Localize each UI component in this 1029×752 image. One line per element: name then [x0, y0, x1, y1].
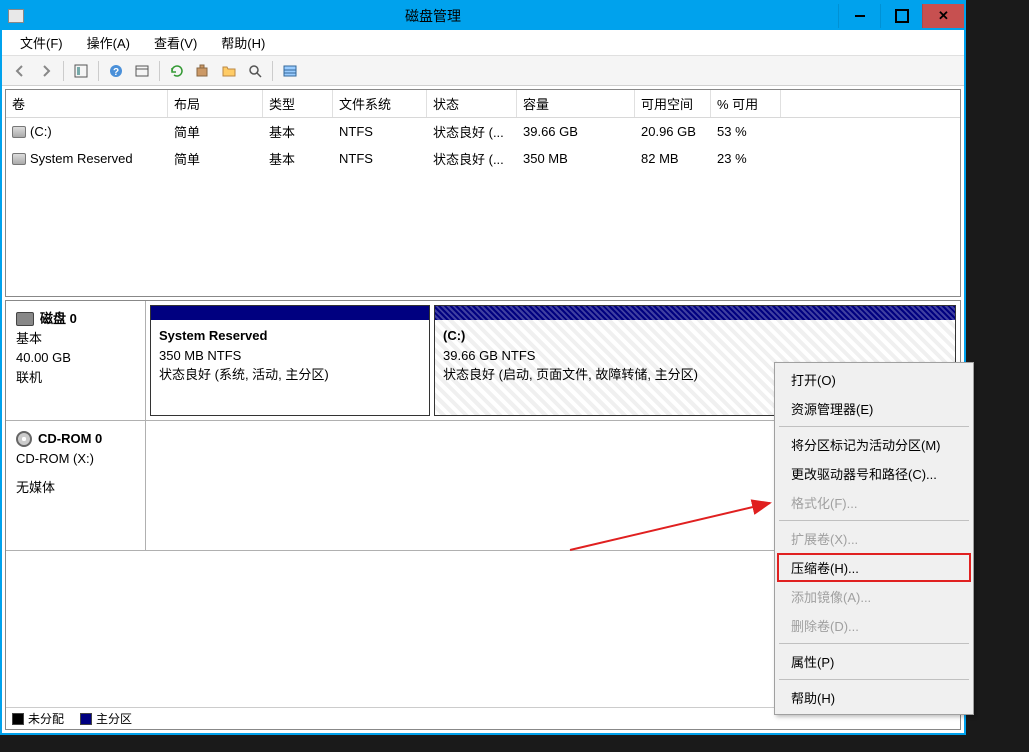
window-title: 磁盘管理: [28, 6, 838, 26]
toolbar-separator: [98, 61, 99, 81]
ctx-mirror: 添加镜像(A)...: [777, 582, 971, 611]
hdd-icon: [16, 312, 34, 326]
disk-status: 无媒体: [16, 478, 135, 498]
ctx-change-letter[interactable]: 更改驱动器号和路径(C)...: [777, 459, 971, 488]
partition-title: (C:): [443, 326, 947, 346]
disk-type: CD-ROM (X:): [16, 449, 135, 469]
cell-layout: 简单: [168, 120, 263, 143]
context-separator: [779, 643, 969, 644]
ctx-help[interactable]: 帮助(H): [777, 683, 971, 712]
context-menu: 打开(O) 资源管理器(E) 将分区标记为活动分区(M) 更改驱动器号和路径(C…: [774, 362, 974, 715]
menu-help[interactable]: 帮助(H): [211, 30, 275, 55]
refresh-button[interactable]: [165, 59, 189, 83]
volume-list[interactable]: 卷 布局 类型 文件系统 状态 容量 可用空间 % 可用 (C:) 简单 基本 …: [5, 89, 961, 297]
maximize-button[interactable]: [880, 4, 922, 28]
rescan-button[interactable]: [191, 59, 215, 83]
legend-primary: 主分区: [80, 710, 132, 727]
context-separator: [779, 520, 969, 521]
titlebar[interactable]: 磁盘管理: [2, 2, 964, 30]
cell-free: 20.96 GB: [635, 120, 711, 143]
drive-icon: [12, 153, 26, 165]
settings-button[interactable]: [130, 59, 154, 83]
volume-list-header: 卷 布局 类型 文件系统 状态 容量 可用空间 % 可用: [6, 90, 960, 118]
open-folder-button[interactable]: [217, 59, 241, 83]
back-button[interactable]: [8, 59, 32, 83]
cell-type: 基本: [263, 147, 333, 170]
svg-text:?: ?: [113, 67, 119, 78]
partition-system-reserved[interactable]: System Reserved 350 MB NTFS 状态良好 (系统, 活动…: [150, 305, 430, 416]
cell-type: 基本: [263, 120, 333, 143]
header-free[interactable]: 可用空间: [635, 90, 711, 117]
cell-volume: (C:): [30, 124, 52, 139]
show-hide-button[interactable]: [69, 59, 93, 83]
menubar: 文件(F) 操作(A) 查看(V) 帮助(H): [2, 30, 964, 56]
cell-fs: NTFS: [333, 147, 427, 170]
partition-info: 350 MB NTFS: [159, 346, 421, 366]
header-type[interactable]: 类型: [263, 90, 333, 117]
ctx-mark-active[interactable]: 将分区标记为活动分区(M): [777, 430, 971, 459]
forward-button[interactable]: [34, 59, 58, 83]
ctx-extend: 扩展卷(X)...: [777, 524, 971, 553]
minimize-button[interactable]: [838, 4, 880, 28]
app-icon: [8, 9, 24, 23]
header-layout[interactable]: 布局: [168, 90, 263, 117]
cell-layout: 简单: [168, 147, 263, 170]
toolbar-separator: [272, 61, 273, 81]
menu-action[interactable]: 操作(A): [77, 30, 140, 55]
menu-file[interactable]: 文件(F): [10, 30, 73, 55]
disk-status: 联机: [16, 368, 135, 388]
ctx-shrink[interactable]: 压缩卷(H)...: [777, 553, 971, 582]
disk-info[interactable]: CD-ROM 0 CD-ROM (X:) 无媒体: [6, 421, 146, 550]
toolbar: ?: [2, 56, 964, 86]
help-button[interactable]: ?: [104, 59, 128, 83]
header-filesystem[interactable]: 文件系统: [333, 90, 427, 117]
header-status[interactable]: 状态: [427, 90, 517, 117]
ctx-properties[interactable]: 属性(P): [777, 647, 971, 676]
toolbar-separator: [159, 61, 160, 81]
cell-percent: 53 %: [711, 120, 781, 143]
ctx-format: 格式化(F)...: [777, 488, 971, 517]
ctx-delete: 删除卷(D)...: [777, 611, 971, 640]
cell-percent: 23 %: [711, 147, 781, 170]
partition-color-bar: [151, 306, 429, 320]
cell-status: 状态良好 (...: [427, 147, 517, 170]
context-separator: [779, 679, 969, 680]
ctx-explorer[interactable]: 资源管理器(E): [777, 394, 971, 423]
volume-row[interactable]: System Reserved 简单 基本 NTFS 状态良好 (... 350…: [6, 145, 960, 172]
cd-icon: [16, 431, 32, 447]
toolbar-separator: [63, 61, 64, 81]
window-controls: [838, 4, 964, 28]
cell-status: 状态良好 (...: [427, 120, 517, 143]
cell-volume: System Reserved: [30, 151, 133, 166]
disk-info[interactable]: 磁盘 0 基本 40.00 GB 联机: [6, 301, 146, 420]
disk-type: 基本: [16, 329, 135, 349]
list-button[interactable]: [278, 59, 302, 83]
partition-title: System Reserved: [159, 326, 421, 346]
partition-status: 状态良好 (系统, 活动, 主分区): [159, 365, 421, 385]
volume-row[interactable]: (C:) 简单 基本 NTFS 状态良好 (... 39.66 GB 20.96…: [6, 118, 960, 145]
menu-view[interactable]: 查看(V): [144, 30, 207, 55]
header-percent[interactable]: % 可用: [711, 90, 781, 117]
header-volume[interactable]: 卷: [6, 90, 168, 117]
disk-name: CD-ROM 0: [38, 429, 102, 449]
magnify-button[interactable]: [243, 59, 267, 83]
drive-icon: [12, 126, 26, 138]
legend-unallocated: 未分配: [12, 710, 64, 727]
context-separator: [779, 426, 969, 427]
disk-size: 40.00 GB: [16, 348, 135, 368]
header-capacity[interactable]: 容量: [517, 90, 635, 117]
cell-capacity: 39.66 GB: [517, 120, 635, 143]
close-button[interactable]: [922, 4, 964, 28]
cell-free: 82 MB: [635, 147, 711, 170]
cell-capacity: 350 MB: [517, 147, 635, 170]
cell-fs: NTFS: [333, 120, 427, 143]
ctx-open[interactable]: 打开(O): [777, 365, 971, 394]
partition-color-bar: [435, 306, 955, 320]
disk-name: 磁盘 0: [40, 309, 77, 329]
